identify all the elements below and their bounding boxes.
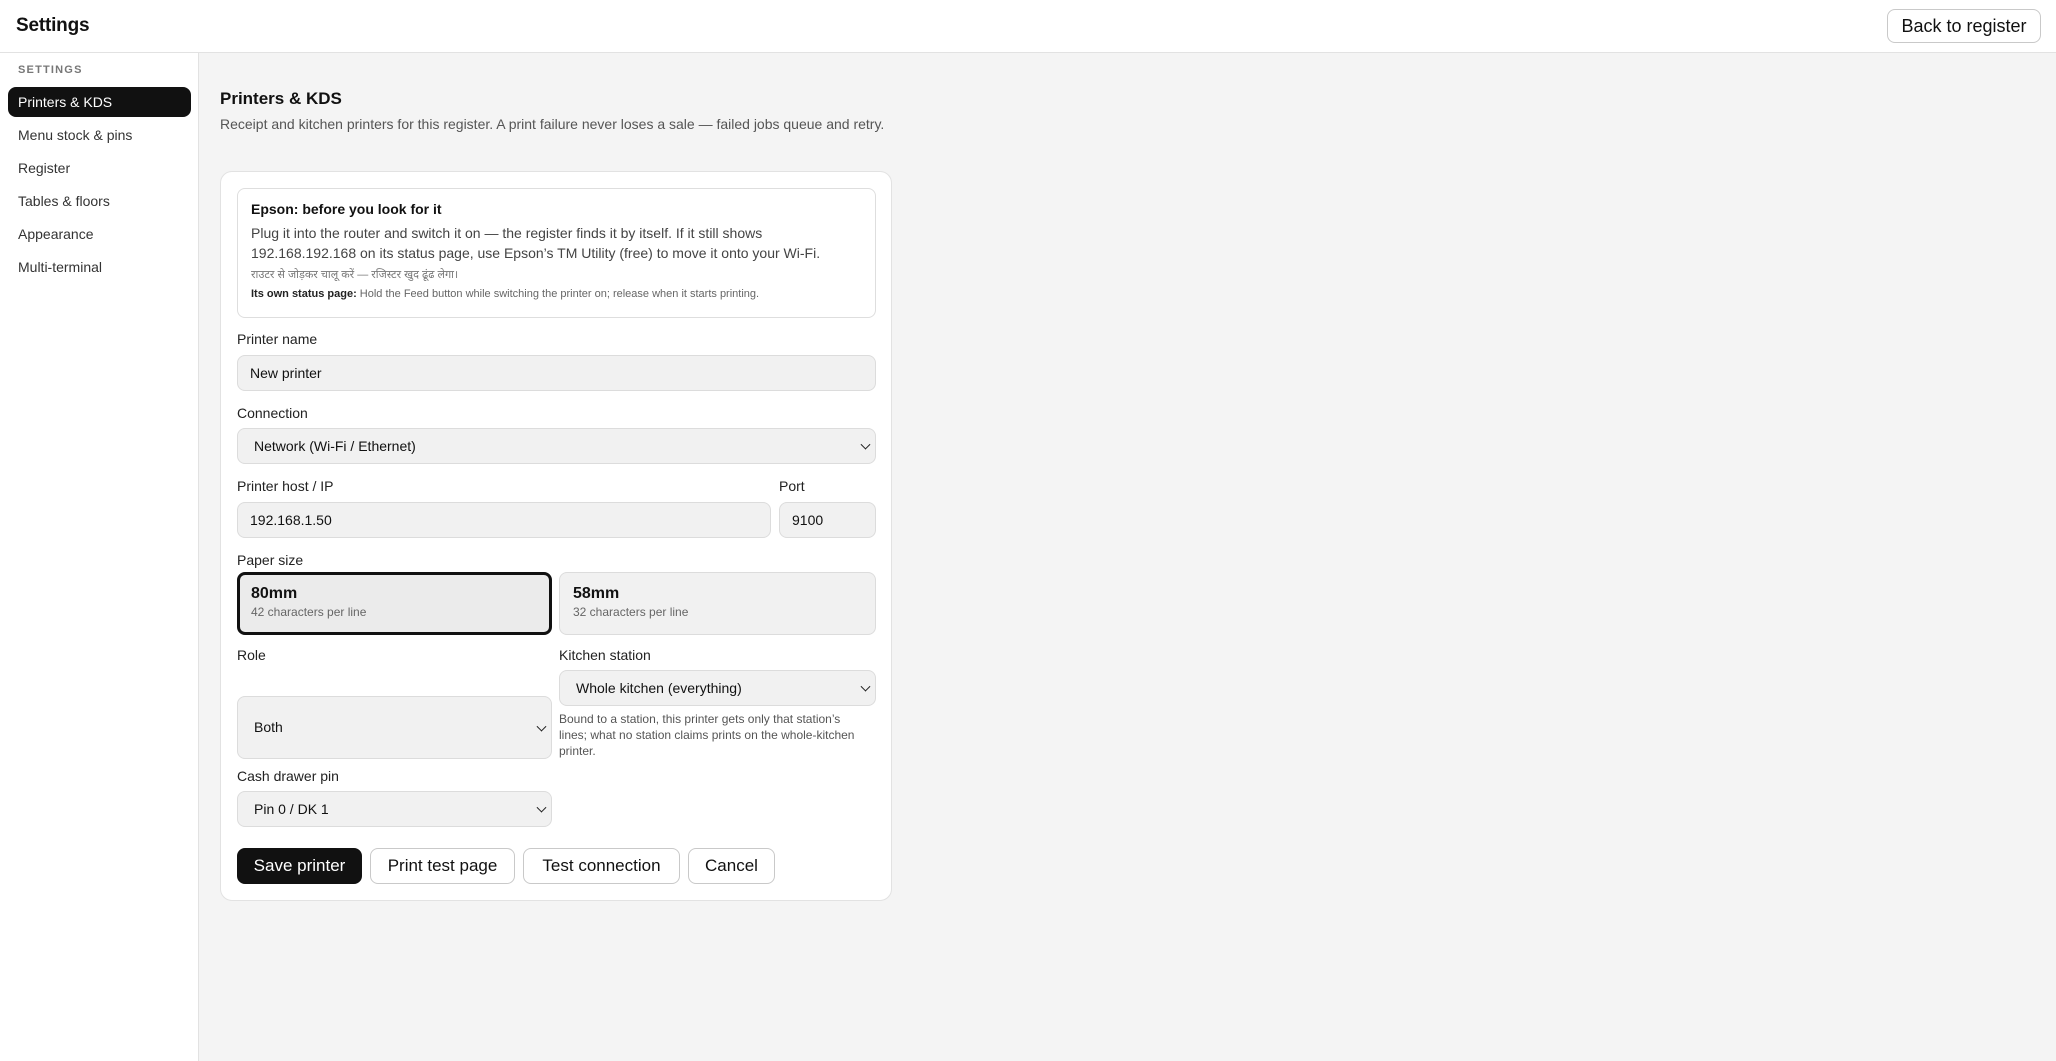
paper-option-58mm[interactable]: 58mm 32 characters per line: [559, 572, 876, 635]
host-label: Printer host / IP: [237, 478, 334, 494]
paper-size-label: Paper size: [237, 552, 304, 568]
chevron-down-icon: [860, 681, 871, 692]
section-title: Printers & KDS: [220, 89, 342, 108]
paper-cpl: 32 characters per line: [573, 605, 689, 619]
paper-size-value: 58mm: [573, 585, 620, 602]
settings-sidebar: SETTINGS Printers & KDS Menu stock & pin…: [0, 53, 199, 1061]
role-label: Role: [237, 647, 266, 663]
kitchen-station-help: Bound to a station, this printer gets on…: [559, 712, 855, 758]
sidebar-item-multi-terminal[interactable]: Multi-terminal: [8, 252, 191, 282]
sidebar-item-register[interactable]: Register: [8, 153, 191, 183]
back-to-register-button[interactable]: Back to register: [1887, 9, 2041, 43]
paper-size-value: 80mm: [251, 585, 298, 602]
sidebar-item-tables-floors[interactable]: Tables & floors: [8, 186, 191, 216]
top-bar: Settings Back to register: [0, 0, 2056, 53]
status-page-text: Hold the Feed button while switching the…: [356, 288, 760, 300]
role-select[interactable]: Both: [237, 696, 552, 759]
sidebar-item-menu-stock-pins[interactable]: Menu stock & pins: [8, 120, 191, 150]
connection-label: Connection: [237, 405, 308, 421]
sidebar-section-label: SETTINGS: [18, 64, 83, 76]
role-value: Both: [254, 719, 283, 735]
connection-select[interactable]: Network (Wi-Fi / Ethernet): [237, 428, 876, 464]
section-description: Receipt and kitchen printers for this re…: [220, 116, 885, 132]
chevron-down-icon: [536, 802, 547, 813]
kitchen-station-value: Whole kitchen (everything): [576, 680, 742, 696]
port-label: Port: [779, 478, 805, 494]
printer-name-input[interactable]: New printer: [237, 355, 876, 391]
host-input[interactable]: 192.168.1.50: [237, 502, 771, 538]
sidebar-item-printers-kds[interactable]: Printers & KDS: [8, 87, 191, 117]
cash-drawer-value: Pin 0 / DK 1: [254, 801, 329, 817]
info-status-page-note: Its own status page: Hold the Feed butto…: [251, 288, 862, 300]
chevron-down-icon: [536, 721, 547, 732]
cancel-button[interactable]: Cancel: [688, 848, 775, 884]
info-hindi-note: राउटर से जोड़कर चालू करें — रजिस्टर खुद …: [251, 269, 459, 281]
save-printer-button[interactable]: Save printer: [237, 848, 362, 884]
paper-option-80mm[interactable]: 80mm 42 characters per line: [237, 572, 552, 635]
paper-cpl: 42 characters per line: [251, 605, 367, 619]
cash-drawer-label: Cash drawer pin: [237, 768, 339, 784]
sidebar-item-appearance[interactable]: Appearance: [8, 219, 191, 249]
port-input[interactable]: 9100: [779, 502, 876, 538]
connection-value: Network (Wi-Fi / Ethernet): [254, 438, 416, 454]
cash-drawer-select[interactable]: Pin 0 / DK 1: [237, 791, 552, 827]
info-body: Plug it into the router and switch it on…: [251, 225, 821, 261]
page-title: Settings: [16, 15, 90, 36]
chevron-down-icon: [860, 439, 871, 450]
printer-name-label: Printer name: [237, 331, 318, 347]
kitchen-station-select[interactable]: Whole kitchen (everything): [559, 670, 876, 706]
printer-form-card: Epson: before you look for it Plug it in…: [220, 171, 892, 901]
print-test-page-button[interactable]: Print test page: [370, 848, 515, 884]
test-connection-button[interactable]: Test connection: [523, 848, 680, 884]
info-heading: Epson: before you look for it: [251, 201, 442, 217]
epson-info-box: Epson: before you look for it Plug it in…: [237, 188, 876, 318]
kitchen-station-label: Kitchen station: [559, 647, 651, 663]
status-page-label: Its own status page:: [251, 288, 357, 300]
